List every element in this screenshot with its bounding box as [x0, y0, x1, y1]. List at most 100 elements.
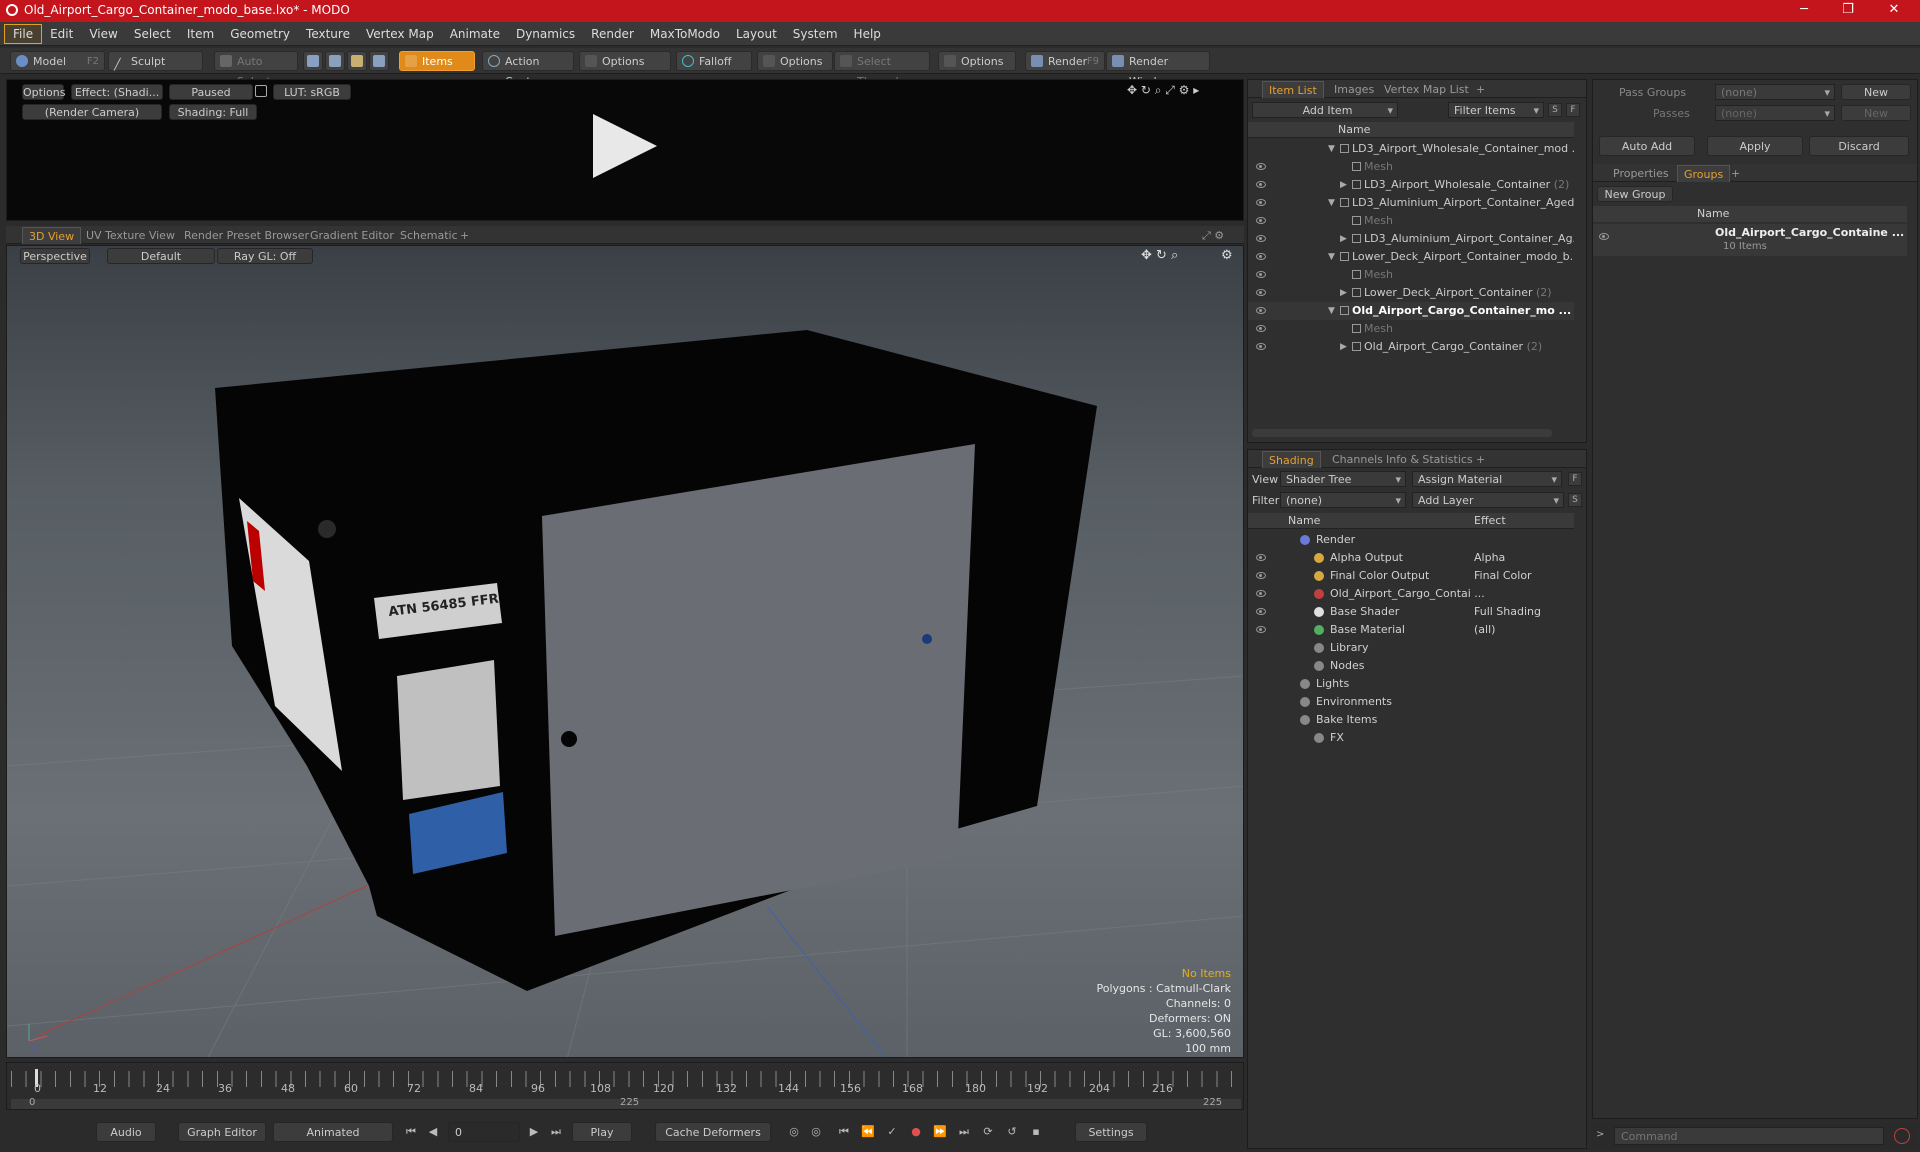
item-list-row[interactable]: Mesh: [1248, 320, 1574, 338]
tab-shading[interactable]: Shading: [1262, 451, 1321, 468]
pass-groups-dropdown[interactable]: (none): [1715, 84, 1835, 100]
expand-arrow-icon[interactable]: ▶: [1340, 284, 1347, 302]
item-list-row[interactable]: ▼ Lower_Deck_Airport_Container_modo_b...: [1248, 248, 1574, 266]
sculpt-mode-button[interactable]: ╱ Sculpt: [108, 51, 203, 71]
item-list-row[interactable]: Mesh: [1248, 158, 1574, 176]
shader-tree-row[interactable]: Final Color Output Final Color: [1248, 567, 1574, 585]
edges-mode-button[interactable]: [325, 51, 345, 71]
visibility-eye-icon[interactable]: [1256, 181, 1266, 188]
filter-f-button[interactable]: F: [1566, 103, 1580, 117]
add-tab-icon[interactable]: +: [454, 227, 475, 244]
new-group-button[interactable]: New Group: [1597, 186, 1673, 202]
collapse-arrow-icon[interactable]: ▼: [1328, 248, 1335, 266]
item-list-row[interactable]: ▶ LD3_Aluminium_Airport_Container_Ag...: [1248, 230, 1574, 248]
add-item-dropdown[interactable]: Add Item: [1252, 102, 1398, 118]
shader-tree-row[interactable]: Lights: [1248, 675, 1574, 693]
go-start-icon[interactable]: ⏮: [403, 1124, 419, 1140]
add-tab-icon[interactable]: +: [1470, 81, 1491, 98]
falloff-button[interactable]: Falloff: [676, 51, 752, 71]
menu-layout[interactable]: Layout: [728, 22, 785, 46]
menu-render[interactable]: Render: [583, 22, 642, 46]
shader-tree-row[interactable]: FX: [1248, 729, 1574, 747]
shader-tree-row[interactable]: Bake Items: [1248, 711, 1574, 729]
visibility-eye-icon[interactable]: [1256, 253, 1266, 260]
visibility-eye-icon[interactable]: [1256, 235, 1266, 242]
shader-tree-row[interactable]: Library: [1248, 639, 1574, 657]
effect-dropdown[interactable]: Full Shading: [1474, 603, 1572, 621]
menu-animate[interactable]: Animate: [442, 22, 508, 46]
preview-nav-icons[interactable]: ✥ ↻ ⌕ ⤢ ⚙ ▸: [1127, 83, 1199, 98]
menu-edit[interactable]: Edit: [42, 22, 81, 46]
visibility-eye-icon[interactable]: [1256, 217, 1266, 224]
shader-tree-row[interactable]: Alpha Output Alpha: [1248, 549, 1574, 567]
item-list-row[interactable]: ▶ LD3_Airport_Wholesale_Container (2): [1248, 176, 1574, 194]
menu-file[interactable]: File: [4, 23, 43, 44]
visibility-eye-icon[interactable]: [1256, 307, 1266, 314]
menu-dynamics[interactable]: Dynamics: [508, 22, 583, 46]
falloff-options-button[interactable]: Options: [757, 51, 833, 71]
key-forward-icon[interactable]: ⏩: [932, 1124, 948, 1140]
shader-tree-row[interactable]: Base Shader Full Shading: [1248, 603, 1574, 621]
collapse-arrow-icon[interactable]: ▼: [1328, 194, 1335, 212]
polygons-mode-button[interactable]: [347, 51, 367, 71]
item-list-row[interactable]: ▶ Lower_Deck_Airport_Container (2): [1248, 284, 1574, 302]
play-button[interactable]: Play: [572, 1122, 632, 1142]
next-frame-icon[interactable]: ▶: [526, 1124, 542, 1140]
view-dropdown[interactable]: Shader Tree: [1280, 471, 1406, 487]
3d-viewport[interactable]: Perspective Default Ray GL: Off ✥ ↻ ⌕ ⚙ …: [6, 245, 1244, 1058]
new-pass-group-button[interactable]: New: [1841, 84, 1911, 100]
shader-tree-row[interactable]: Nodes: [1248, 657, 1574, 675]
menu-geometry[interactable]: Geometry: [222, 22, 298, 46]
tab-vertex-map-list[interactable]: Vertex Map List: [1378, 81, 1475, 98]
record-icon[interactable]: ●: [908, 1124, 924, 1140]
add-tab-icon[interactable]: +: [1470, 451, 1491, 468]
preview-options-button[interactable]: Options: [22, 84, 65, 100]
render-button[interactable]: Render F9: [1025, 51, 1105, 71]
effect-dropdown[interactable]: Final Color: [1474, 567, 1572, 585]
shader-tree-row[interactable]: Environments: [1248, 693, 1574, 711]
key-end-icon[interactable]: ⏭: [956, 1124, 972, 1140]
menu-system[interactable]: System: [785, 22, 846, 46]
vertices-mode-button[interactable]: [303, 51, 323, 71]
passes-dropdown[interactable]: (none): [1715, 105, 1835, 121]
lut-dropdown[interactable]: LUT: sRGB: [273, 84, 351, 100]
prev-frame-icon[interactable]: ◀: [425, 1124, 441, 1140]
menu-texture[interactable]: Texture: [298, 22, 358, 46]
item-list-row[interactable]: Mesh: [1248, 212, 1574, 230]
minimize-button[interactable]: ─: [1784, 2, 1824, 20]
key-back-icon[interactable]: ⏪: [860, 1124, 876, 1140]
discard-button[interactable]: Discard: [1809, 136, 1909, 156]
effect-dropdown[interactable]: (all): [1474, 621, 1572, 639]
shader-tree-row[interactable]: Old_Airport_Cargo_Contai ...: [1248, 585, 1574, 603]
tab-gradient-editor[interactable]: Gradient Editor: [304, 227, 400, 244]
expand-arrow-icon[interactable]: ▶: [1340, 338, 1347, 356]
filter-items-input[interactable]: Filter Items: [1448, 102, 1544, 118]
command-input[interactable]: [1614, 1127, 1884, 1145]
select-options-button[interactable]: Options: [938, 51, 1016, 71]
expand-arrow-icon[interactable]: ▶: [1340, 230, 1347, 248]
preview-effect-dropdown[interactable]: Effect: (Shadi...: [71, 84, 163, 100]
lock-icon[interactable]: [255, 85, 267, 97]
menu-view[interactable]: View: [81, 22, 125, 46]
menu-help[interactable]: Help: [846, 22, 889, 46]
render-window-button[interactable]: Render Window: [1106, 51, 1210, 88]
materials-mode-button[interactable]: [369, 51, 389, 71]
visibility-eye-icon[interactable]: [1256, 325, 1266, 332]
frame-input[interactable]: 0: [448, 1122, 520, 1142]
cache-deformers-button[interactable]: Cache Deformers: [655, 1122, 771, 1142]
visibility-eye-icon[interactable]: [1256, 608, 1266, 615]
add-tab-icon[interactable]: +: [1725, 165, 1746, 182]
viewport-expand-icon[interactable]: ⤢ ⚙: [1196, 227, 1230, 244]
item-list-row[interactable]: ▼ LD3_Airport_Wholesale_Container_mod ...: [1248, 140, 1574, 158]
tab-item-list[interactable]: Item List: [1262, 81, 1324, 98]
tab-images[interactable]: Images: [1328, 81, 1380, 98]
add-layer-dropdown[interactable]: Add Layer: [1412, 492, 1564, 508]
menu-select[interactable]: Select: [126, 22, 179, 46]
model-mode-button[interactable]: Model F2: [10, 51, 105, 71]
visibility-eye-icon[interactable]: [1256, 626, 1266, 633]
visibility-eye-icon[interactable]: [1256, 572, 1266, 579]
restore-button[interactable]: ❐: [1828, 2, 1868, 20]
visibility-eye-icon[interactable]: [1256, 199, 1266, 206]
key-delete-icon[interactable]: ⟳: [980, 1124, 996, 1140]
expand-arrow-icon[interactable]: ▶: [1340, 176, 1347, 194]
